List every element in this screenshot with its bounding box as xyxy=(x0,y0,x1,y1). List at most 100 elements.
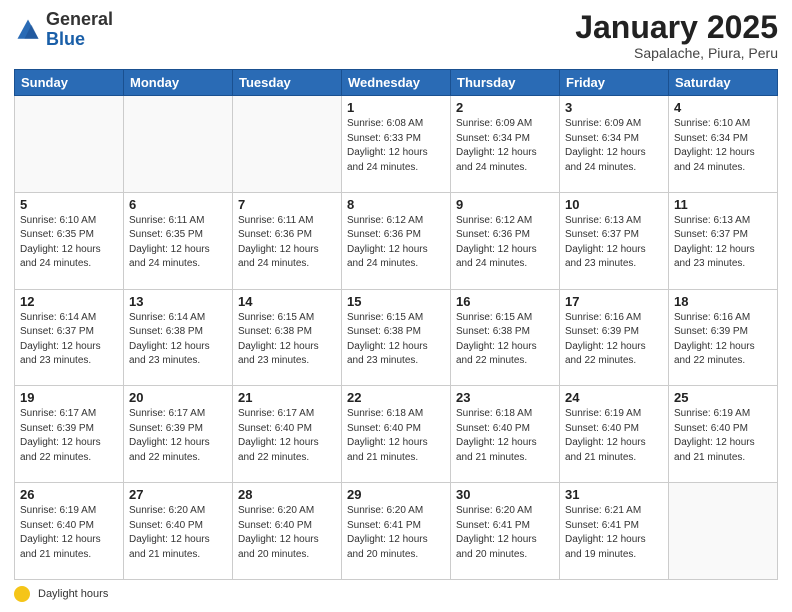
table-row: 6 Sunrise: 6:11 AM Sunset: 6:35 PM Daylig… xyxy=(124,192,233,289)
day-info: Sunrise: 6:14 AM Sunset: 6:37 PM Dayligh… xyxy=(20,311,118,369)
day-info: Sunrise: 6:18 AM Sunset: 6:40 PM Dayligh… xyxy=(347,407,445,465)
day-info: Sunrise: 6:09 AM Sunset: 6:34 PM Dayligh… xyxy=(565,117,663,175)
day-number: 25 xyxy=(674,390,772,405)
day-number: 16 xyxy=(456,294,554,309)
day-info: Sunrise: 6:14 AM Sunset: 6:38 PM Dayligh… xyxy=(129,311,227,369)
day-number: 10 xyxy=(565,197,663,212)
table-row: 24Sunrise: 6:19 AM Sunset: 6:40 PM Dayli… xyxy=(560,386,669,483)
logo-blue-text: Blue xyxy=(46,29,85,49)
day-info: Sunrise: 6:20 AM Sunset: 6:41 PM Dayligh… xyxy=(347,504,445,562)
title-block: January 2025 Sapalache, Piura, Peru xyxy=(575,10,778,61)
header-saturday: Saturday xyxy=(669,70,778,96)
table-row: 22 Sunrise: 6:18 AM Sunset: 6:40 PM Dayli… xyxy=(342,386,451,483)
day-number: 2 xyxy=(456,100,554,115)
table-row xyxy=(15,96,124,193)
table-row: 9 Sunrise: 6:12 AM Sunset: 6:36 PM Daylig… xyxy=(451,192,560,289)
day-number: 22 xyxy=(347,390,445,405)
day-info: Sunrise: 6:11 AM Sunset: 6:35 PM Dayligh… xyxy=(129,214,227,272)
day-number: 28 xyxy=(238,487,336,502)
day-info: Sunrise: 6:16 AM Sunset: 6:39 PM Dayligh… xyxy=(565,311,663,369)
day-number: 7 xyxy=(238,197,336,212)
header-sunday: Sunday xyxy=(15,70,124,96)
day-info: Sunrise: 6:21 AM Sunset: 6:41 PM Dayligh… xyxy=(565,504,663,562)
day-info: Sunrise: 6:17 AM Sunset: 6:39 PM Dayligh… xyxy=(20,407,118,465)
day-number: 23 xyxy=(456,390,554,405)
table-row: 18Sunrise: 6:16 AM Sunset: 6:39 PM Dayli… xyxy=(669,289,778,386)
table-row: 3Sunrise: 6:09 AM Sunset: 6:34 PM Daylig… xyxy=(560,96,669,193)
day-info: Sunrise: 6:12 AM Sunset: 6:36 PM Dayligh… xyxy=(347,214,445,272)
logo-icon xyxy=(14,16,42,44)
day-info: Sunrise: 6:19 AM Sunset: 6:40 PM Dayligh… xyxy=(674,407,772,465)
table-row: 30 Sunrise: 6:20 AM Sunset: 6:41 PM Dayli… xyxy=(451,483,560,580)
day-info: Sunrise: 6:11 AM Sunset: 6:36 PM Dayligh… xyxy=(238,214,336,272)
table-row xyxy=(233,96,342,193)
day-number: 13 xyxy=(129,294,227,309)
calendar-week-row: 1 Sunrise: 6:08 AM Sunset: 6:33 PM Daylig… xyxy=(15,96,778,193)
day-number: 30 xyxy=(456,487,554,502)
table-row: 23 Sunrise: 6:18 AM Sunset: 6:40 PM Dayli… xyxy=(451,386,560,483)
calendar-week-row: 19 Sunrise: 6:17 AM Sunset: 6:39 PM Dayli… xyxy=(15,386,778,483)
calendar-header-row: Sunday Monday Tuesday Wednesday Thursday… xyxy=(15,70,778,96)
day-info: Sunrise: 6:12 AM Sunset: 6:36 PM Dayligh… xyxy=(456,214,554,272)
table-row: 1 Sunrise: 6:08 AM Sunset: 6:33 PM Daylig… xyxy=(342,96,451,193)
day-number: 17 xyxy=(565,294,663,309)
calendar-week-row: 26Sunrise: 6:19 AM Sunset: 6:40 PM Dayli… xyxy=(15,483,778,580)
day-number: 8 xyxy=(347,197,445,212)
table-row: 31Sunrise: 6:21 AM Sunset: 6:41 PM Dayli… xyxy=(560,483,669,580)
table-row: 13 Sunrise: 6:14 AM Sunset: 6:38 PM Dayli… xyxy=(124,289,233,386)
day-info: Sunrise: 6:13 AM Sunset: 6:37 PM Dayligh… xyxy=(565,214,663,272)
day-info: Sunrise: 6:15 AM Sunset: 6:38 PM Dayligh… xyxy=(238,311,336,369)
header-monday: Monday xyxy=(124,70,233,96)
calendar-table: Sunday Monday Tuesday Wednesday Thursday… xyxy=(14,69,778,580)
table-row: 11Sunrise: 6:13 AM Sunset: 6:37 PM Dayli… xyxy=(669,192,778,289)
day-info: Sunrise: 6:20 AM Sunset: 6:41 PM Dayligh… xyxy=(456,504,554,562)
table-row: 15Sunrise: 6:15 AM Sunset: 6:38 PM Dayli… xyxy=(342,289,451,386)
day-number: 11 xyxy=(674,197,772,212)
day-number: 9 xyxy=(456,197,554,212)
table-row: 17 Sunrise: 6:16 AM Sunset: 6:39 PM Dayli… xyxy=(560,289,669,386)
day-number: 6 xyxy=(129,197,227,212)
location-subtitle: Sapalache, Piura, Peru xyxy=(575,45,778,61)
day-info: Sunrise: 6:17 AM Sunset: 6:39 PM Dayligh… xyxy=(129,407,227,465)
day-number: 12 xyxy=(20,294,118,309)
day-info: Sunrise: 6:19 AM Sunset: 6:40 PM Dayligh… xyxy=(20,504,118,562)
day-number: 1 xyxy=(347,100,445,115)
table-row: 19 Sunrise: 6:17 AM Sunset: 6:39 PM Dayli… xyxy=(15,386,124,483)
footer: Daylight hours xyxy=(14,586,778,602)
table-row: 20Sunrise: 6:17 AM Sunset: 6:39 PM Dayli… xyxy=(124,386,233,483)
day-info: Sunrise: 6:15 AM Sunset: 6:38 PM Dayligh… xyxy=(347,311,445,369)
table-row: 14 Sunrise: 6:15 AM Sunset: 6:38 PM Dayli… xyxy=(233,289,342,386)
day-info: Sunrise: 6:08 AM Sunset: 6:33 PM Dayligh… xyxy=(347,117,445,175)
day-info: Sunrise: 6:20 AM Sunset: 6:40 PM Dayligh… xyxy=(129,504,227,562)
sun-icon xyxy=(14,586,30,602)
header-wednesday: Wednesday xyxy=(342,70,451,96)
table-row: 28 Sunrise: 6:20 AM Sunset: 6:40 PM Dayli… xyxy=(233,483,342,580)
day-info: Sunrise: 6:17 AM Sunset: 6:40 PM Dayligh… xyxy=(238,407,336,465)
header: General Blue January 2025 Sapalache, Piu… xyxy=(14,10,778,61)
day-info: Sunrise: 6:18 AM Sunset: 6:40 PM Dayligh… xyxy=(456,407,554,465)
table-row: 4Sunrise: 6:10 AM Sunset: 6:34 PM Daylig… xyxy=(669,96,778,193)
table-row: 25 Sunrise: 6:19 AM Sunset: 6:40 PM Dayli… xyxy=(669,386,778,483)
day-number: 14 xyxy=(238,294,336,309)
table-row: 7 Sunrise: 6:11 AM Sunset: 6:36 PM Daylig… xyxy=(233,192,342,289)
header-thursday: Thursday xyxy=(451,70,560,96)
table-row: 26Sunrise: 6:19 AM Sunset: 6:40 PM Dayli… xyxy=(15,483,124,580)
table-row: 29 Sunrise: 6:20 AM Sunset: 6:41 PM Dayli… xyxy=(342,483,451,580)
table-row: 8 Sunrise: 6:12 AM Sunset: 6:36 PM Daylig… xyxy=(342,192,451,289)
day-number: 24 xyxy=(565,390,663,405)
table-row xyxy=(124,96,233,193)
table-row: 16 Sunrise: 6:15 AM Sunset: 6:38 PM Dayli… xyxy=(451,289,560,386)
day-number: 27 xyxy=(129,487,227,502)
table-row: 12 Sunrise: 6:14 AM Sunset: 6:37 PM Dayli… xyxy=(15,289,124,386)
table-row xyxy=(669,483,778,580)
day-info: Sunrise: 6:20 AM Sunset: 6:40 PM Dayligh… xyxy=(238,504,336,562)
day-number: 19 xyxy=(20,390,118,405)
header-tuesday: Tuesday xyxy=(233,70,342,96)
day-number: 5 xyxy=(20,197,118,212)
day-number: 29 xyxy=(347,487,445,502)
day-info: Sunrise: 6:15 AM Sunset: 6:38 PM Dayligh… xyxy=(456,311,554,369)
logo-general-text: General xyxy=(46,9,113,29)
calendar-week-row: 12 Sunrise: 6:14 AM Sunset: 6:37 PM Dayli… xyxy=(15,289,778,386)
day-info: Sunrise: 6:10 AM Sunset: 6:34 PM Dayligh… xyxy=(674,117,772,175)
day-number: 21 xyxy=(238,390,336,405)
